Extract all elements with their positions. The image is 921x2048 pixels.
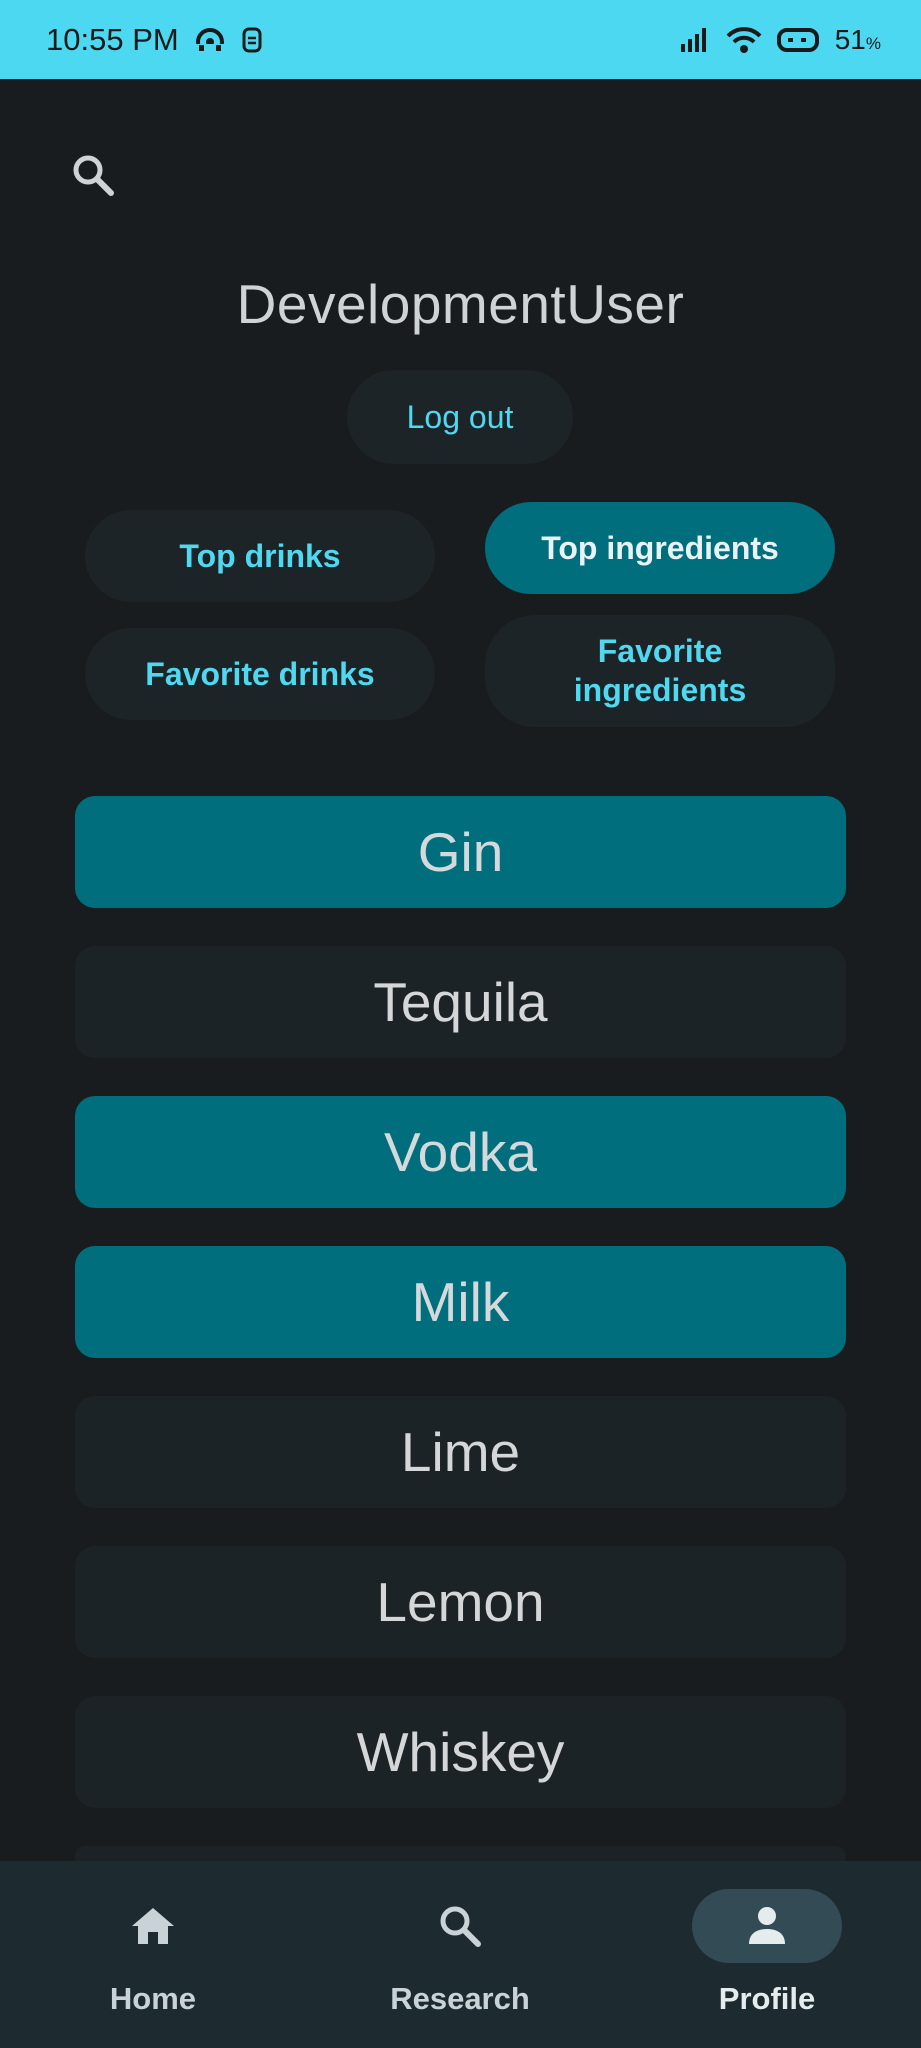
battery-percent: 51% bbox=[834, 23, 881, 55]
home-icon bbox=[132, 1908, 174, 1944]
hotspot-icon bbox=[193, 25, 227, 55]
battery-icon bbox=[776, 26, 821, 54]
nav-home-icon-wrap bbox=[78, 1889, 228, 1963]
list-item-tequila[interactable]: Tequila bbox=[75, 946, 846, 1058]
list-item-gin[interactable]: Gin bbox=[75, 796, 846, 908]
tab-favorite-ingredients[interactable]: Favorite ingredients bbox=[485, 615, 835, 727]
search-button[interactable] bbox=[66, 148, 120, 202]
status-time: 10:55 PM bbox=[46, 21, 179, 57]
list-item-lemon[interactable]: Lemon bbox=[75, 1546, 846, 1658]
tab-top-drinks[interactable]: Top drinks bbox=[85, 510, 435, 602]
status-right: 51% bbox=[679, 24, 881, 56]
list-item-milk[interactable]: Milk bbox=[75, 1246, 846, 1358]
signal-icon bbox=[679, 26, 711, 54]
nav-research-icon-wrap bbox=[385, 1889, 535, 1963]
nav-home[interactable]: Home bbox=[38, 1889, 268, 2039]
search-icon bbox=[73, 155, 114, 196]
nav-research-label: Research bbox=[390, 1981, 530, 2016]
nav-profile-label: Profile bbox=[718, 1981, 816, 2016]
list-item-lime[interactable]: Lime bbox=[75, 1396, 846, 1508]
list-item-vodka[interactable]: Vodka bbox=[75, 1096, 846, 1208]
person-icon bbox=[749, 1907, 785, 1944]
logout-button[interactable]: Log out bbox=[347, 370, 573, 464]
search-icon bbox=[440, 1906, 481, 1947]
list-item-whiskey[interactable]: Whiskey bbox=[75, 1696, 846, 1808]
bottom-navigation: Home Research Profile bbox=[0, 1861, 921, 2048]
nav-home-label: Home bbox=[109, 1981, 197, 2016]
wifi-icon bbox=[725, 25, 763, 55]
tab-favorite-drinks[interactable]: Favorite drinks bbox=[85, 628, 435, 720]
nav-profile[interactable]: Profile bbox=[652, 1889, 882, 2039]
nav-profile-icon-wrap bbox=[692, 1889, 842, 1963]
sim-toolkit-icon bbox=[241, 26, 263, 54]
tab-top-ingredients[interactable]: Top ingredients bbox=[485, 502, 835, 594]
username-title: DevelopmentUser bbox=[236, 273, 685, 335]
nav-research[interactable]: Research bbox=[345, 1889, 575, 2039]
status-left: 10:55 PM bbox=[46, 22, 263, 58]
ingredient-list: Gin Tequila Vodka Milk Lime Lemon Whiske… bbox=[75, 796, 846, 1866]
status-bar: 10:55 PM 51% bbox=[0, 0, 921, 79]
